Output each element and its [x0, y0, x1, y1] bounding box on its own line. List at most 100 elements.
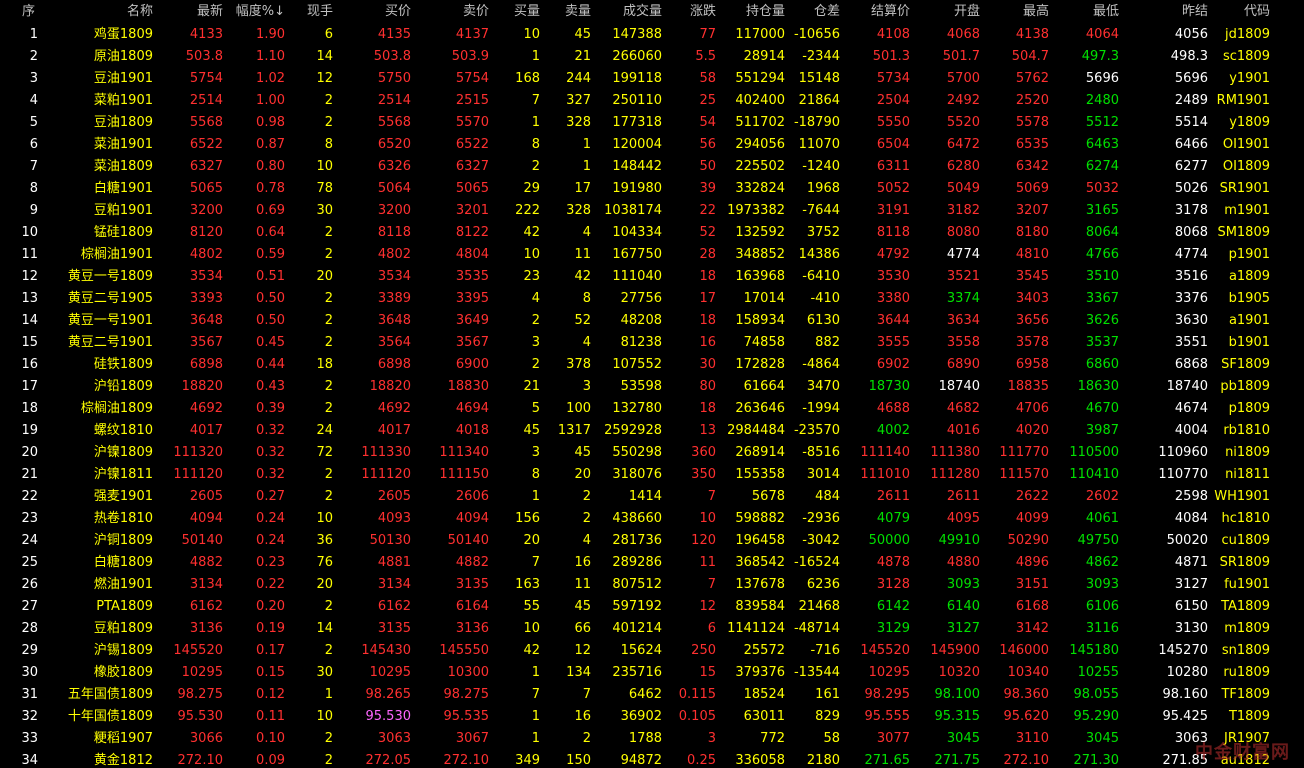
- header-oi-change[interactable]: 仓差: [786, 0, 840, 24]
- cell-high: 3403: [1015, 291, 1049, 306]
- table-row[interactable]: 4 菜粕1901 2514 1.00 2 2514 2515 7 327 250110 25 4024…: [0, 90, 1304, 112]
- cell-pct: 1.02: [256, 71, 285, 86]
- header-low[interactable]: 最低: [1058, 0, 1119, 24]
- cell-settle: 3077: [876, 731, 910, 746]
- cell-last: 5754: [189, 71, 223, 86]
- table-row[interactable]: 7 菜油1809 6327 0.80 10 6326 6327 2 1 148442 50 22550…: [0, 156, 1304, 178]
- cell-last: 3136: [189, 621, 223, 636]
- table-row[interactable]: 3 豆油1901 5754 1.02 12 5750 5754 168 244 199118 58 5…: [0, 68, 1304, 90]
- table-row[interactable]: 1 鸡蛋1809 4133 1.90 6 4135 4137 10 45 147388 77 1170…: [0, 24, 1304, 46]
- cell-seq: 21: [21, 467, 38, 482]
- table-row[interactable]: 27 PTA1809 6162 0.20 2 6162 6164 55 45 597192 12 83…: [0, 596, 1304, 618]
- cell-seq: 20: [21, 445, 38, 460]
- cell-last: 95.530: [177, 709, 224, 724]
- cell-name: 鸡蛋1809: [93, 27, 153, 42]
- table-row[interactable]: 28 豆粕1809 3136 0.19 14 3135 3136 10 66 401214 6 114…: [0, 618, 1304, 640]
- table-row[interactable]: 25 白糖1809 4882 0.23 76 4881 4882 7 16 289286 11 368…: [0, 552, 1304, 574]
- header-cur-hand[interactable]: 现手: [290, 0, 333, 24]
- cell-bid: 503.8: [373, 49, 411, 64]
- cell-ask: 2606: [455, 489, 489, 504]
- table-row[interactable]: 33 粳稻1907 3066 0.10 2 3063 3067 1 2 1788 3 772 58 307…: [0, 728, 1304, 750]
- header-open-interest[interactable]: 持仓量: [718, 0, 785, 24]
- cell-bid: 2605: [377, 489, 411, 504]
- cell-code: hc1810: [1221, 511, 1270, 526]
- cell-hand: 30: [316, 203, 333, 218]
- cell-chg: 120: [691, 533, 716, 548]
- table-row[interactable]: 32 十年国债1809 95.530 0.11 10 95.530 95.535 1 16 369…: [0, 706, 1304, 728]
- cell-open: 4774: [946, 247, 980, 262]
- header-high[interactable]: 最高: [988, 0, 1049, 24]
- table-row[interactable]: 17 沪铅1809 18820 0.43 2 18820 18830 21 3 53598 80 61…: [0, 376, 1304, 398]
- header-seq[interactable]: 序: [22, 0, 46, 24]
- cell-settle: 145520: [860, 643, 910, 658]
- table-row[interactable]: 6 菜油1901 6522 0.87 8 6520 6522 8 1 120004 56 294056…: [0, 134, 1304, 156]
- cell-bid: 8118: [377, 225, 411, 240]
- header-change[interactable]: 涨跌: [670, 0, 716, 24]
- header-volume[interactable]: 成交量: [590, 0, 662, 24]
- table-row[interactable]: 22 强麦1901 2605 0.27 2 2605 2606 1 2 1414 7 5678 484 2…: [0, 486, 1304, 508]
- table-row[interactable]: 21 沪镍1811 111120 0.32 2 111120 111150 8 20 318076…: [0, 464, 1304, 486]
- cell-prev: 5696: [1174, 71, 1208, 86]
- table-row[interactable]: 13 黄豆二号1905 3393 0.50 2 3389 3395 4 8 27756 17 1701…: [0, 288, 1304, 310]
- table-row[interactable]: 2 原油1809 503.8 1.10 14 503.8 503.9 1 21 266060 5.5…: [0, 46, 1304, 68]
- header-prev-settle[interactable]: 昨结: [1150, 0, 1208, 24]
- table-row[interactable]: 24 沪铜1809 50140 0.24 36 50130 50140 20 4 281736 12…: [0, 530, 1304, 552]
- table-row[interactable]: 14 黄豆一号1901 3648 0.50 2 3648 3649 2 52 48208 18 158…: [0, 310, 1304, 332]
- header-bid-vol[interactable]: 买量: [496, 0, 540, 24]
- table-row[interactable]: 26 燃油1901 3134 0.22 20 3134 3135 163 11 807512 7 13…: [0, 574, 1304, 596]
- cell-settle: 3644: [876, 313, 910, 328]
- cell-bv: 168: [515, 71, 540, 86]
- table-row[interactable]: 5 豆油1809 5568 0.98 2 5568 5570 1 328 177318 54 5117…: [0, 112, 1304, 134]
- cell-vol: 1038174: [604, 203, 662, 218]
- cell-prev: 4084: [1174, 511, 1208, 526]
- cell-chg: 25: [699, 93, 716, 108]
- table-row[interactable]: 29 沪锡1809 145520 0.17 2 145430 145550 42 12 15624…: [0, 640, 1304, 662]
- header-name[interactable]: 名称: [95, 0, 153, 24]
- table-row[interactable]: 23 热卷1810 4094 0.24 10 4093 4094 156 2 438660 10 59…: [0, 508, 1304, 530]
- table-row[interactable]: 34 黄金1812 272.10 0.09 2 272.05 272.10 349 150 948…: [0, 750, 1304, 768]
- cell-prev: 110770: [1158, 467, 1208, 482]
- cell-hand: 78: [316, 181, 333, 196]
- table-row[interactable]: 20 沪镍1809 111320 0.32 72 111330 111340 3 45 55029…: [0, 442, 1304, 464]
- header-last[interactable]: 最新: [170, 0, 223, 24]
- table-row[interactable]: 10 锰硅1809 8120 0.64 2 8118 8122 42 4 104334 52 1325…: [0, 222, 1304, 244]
- header-change-pct[interactable]: 幅度%↓: [228, 0, 285, 24]
- cell-seq: 23: [21, 511, 38, 526]
- header-ask[interactable]: 卖价: [422, 0, 489, 24]
- cell-code: p1901: [1228, 247, 1270, 262]
- cell-settle: 501.3: [872, 49, 910, 64]
- cell-name: 黄豆一号1901: [67, 313, 153, 328]
- cell-bv: 7: [531, 555, 540, 570]
- cell-vol: 235716: [612, 665, 662, 680]
- cell-bv: 10: [523, 27, 540, 42]
- cell-low: 6463: [1085, 137, 1119, 152]
- table-row[interactable]: 11 棕榈油1901 4802 0.59 2 4802 4804 10 11 167750 28 34…: [0, 244, 1304, 266]
- cell-high: 5578: [1015, 115, 1049, 130]
- table-row[interactable]: 12 黄豆一号1809 3534 0.51 20 3534 3535 23 42 111040 18…: [0, 266, 1304, 288]
- cell-high: 3142: [1015, 621, 1049, 636]
- table-row[interactable]: 19 螺纹1810 4017 0.32 24 4017 4018 45 1317 2592928 1…: [0, 420, 1304, 442]
- cell-bv: 3: [531, 335, 540, 350]
- cell-chg: 0.105: [678, 709, 716, 724]
- header-open[interactable]: 开盘: [920, 0, 980, 24]
- header-code[interactable]: 代码: [1214, 0, 1270, 24]
- table-row[interactable]: 31 五年国债1809 98.275 0.12 1 98.265 98.275 7 7 6462 0…: [0, 684, 1304, 706]
- cell-vol: 27756: [620, 291, 662, 306]
- cell-oic: 11070: [798, 137, 840, 152]
- table-row[interactable]: 16 硅铁1809 6898 0.44 18 6898 6900 2 378 107552 30 17…: [0, 354, 1304, 376]
- header-ask-vol[interactable]: 卖量: [546, 0, 591, 24]
- cell-bv: 55: [523, 599, 540, 614]
- header-settle[interactable]: 结算价: [850, 0, 910, 24]
- header-bid[interactable]: 买价: [345, 0, 411, 24]
- cell-vol: 48208: [620, 313, 662, 328]
- cell-ask: 6164: [455, 599, 489, 614]
- cell-prev: 4674: [1174, 401, 1208, 416]
- table-row[interactable]: 15 黄豆二号1901 3567 0.45 2 3564 3567 3 4 81238 16 7485…: [0, 332, 1304, 354]
- table-row[interactable]: 8 白糖1901 5065 0.78 78 5064 5065 29 17 191980 39 332…: [0, 178, 1304, 200]
- table-row[interactable]: 9 豆粕1901 3200 0.69 30 3200 3201 222 328 1038174 22…: [0, 200, 1304, 222]
- table-row[interactable]: 30 橡胶1809 10295 0.15 30 10295 10300 1 134 235716 1…: [0, 662, 1304, 684]
- cell-pct: 0.11: [256, 709, 285, 724]
- cell-last: 503.8: [185, 49, 223, 64]
- cell-name: 豆粕1901: [93, 203, 153, 218]
- table-row[interactable]: 18 棕榈油1809 4692 0.39 2 4692 4694 5 100 132780 18 26…: [0, 398, 1304, 420]
